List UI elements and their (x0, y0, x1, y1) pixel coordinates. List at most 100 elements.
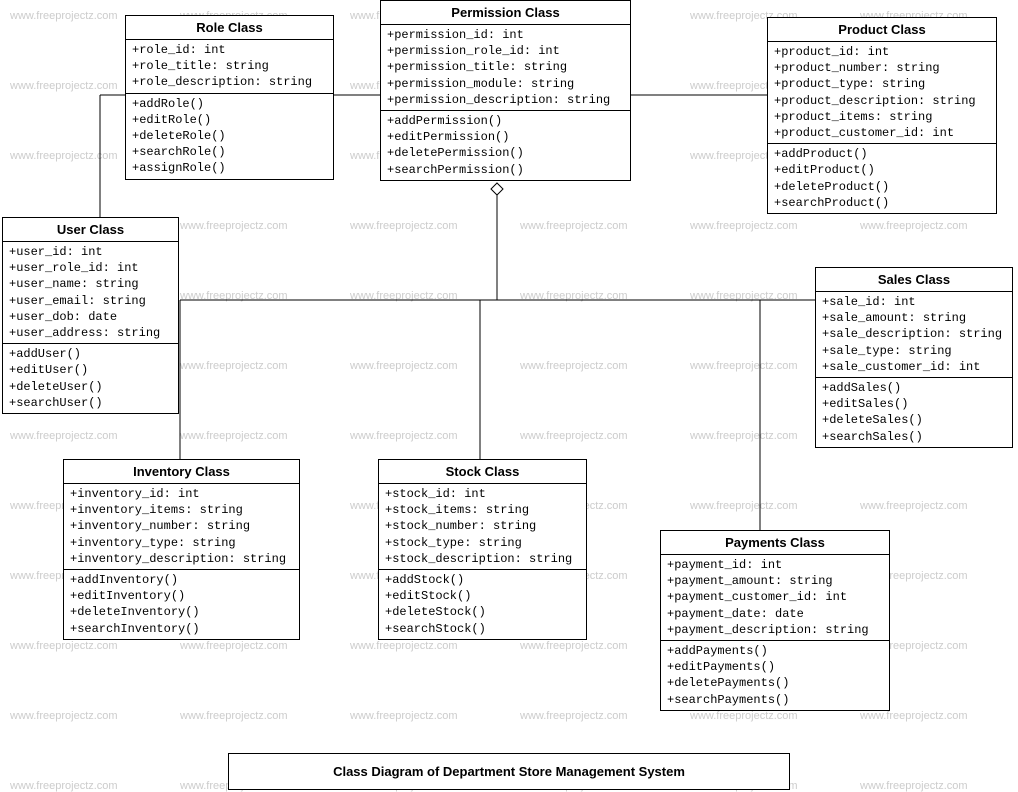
watermark-text: www.freeprojectz.com (10, 80, 118, 92)
uml-line: +deleteInventory() (70, 604, 293, 620)
uml-line: +searchInventory() (70, 621, 293, 637)
watermark-text: www.freeprojectz.com (10, 430, 118, 442)
watermark-text: www.freeprojectz.com (10, 10, 118, 22)
uml-line: +payment_description: string (667, 622, 883, 638)
uml-line: +addPermission() (387, 113, 624, 129)
uml-line: +deletePayments() (667, 675, 883, 691)
uml-line: +inventory_number: string (70, 518, 293, 534)
uml-line: +addStock() (385, 572, 580, 588)
watermark-text: www.freeprojectz.com (10, 780, 118, 792)
uml-line: +searchProduct() (774, 195, 990, 211)
uml-line: +user_role_id: int (9, 260, 172, 276)
class-product: Product Class +product_id: int+product_n… (767, 17, 997, 214)
class-user-ops: +addUser()+editUser()+deleteUser()+searc… (3, 344, 178, 413)
uml-line: +inventory_description: string (70, 551, 293, 567)
class-stock: Stock Class +stock_id: int+stock_items: … (378, 459, 587, 640)
watermark-text: www.freeprojectz.com (350, 290, 458, 302)
uml-line: +addInventory() (70, 572, 293, 588)
class-user-title: User Class (3, 218, 178, 242)
watermark-text: www.freeprojectz.com (180, 710, 288, 722)
class-product-attrs: +product_id: int+product_number: string +… (768, 42, 996, 144)
class-role-attrs: +role_id: int+role_title: string+role_de… (126, 40, 333, 94)
uml-line: +addPayments() (667, 643, 883, 659)
watermark-text: www.freeprojectz.com (180, 290, 288, 302)
uml-line: +editProduct() (774, 162, 990, 178)
uml-line: +permission_role_id: int (387, 43, 624, 59)
watermark-text: www.freeprojectz.com (520, 640, 628, 652)
uml-line: +deleteRole() (132, 128, 327, 144)
watermark-text: www.freeprojectz.com (690, 710, 798, 722)
uml-line: +editSales() (822, 396, 1006, 412)
uml-line: +payment_id: int (667, 557, 883, 573)
watermark-text: www.freeprojectz.com (520, 710, 628, 722)
uml-line: +searchSales() (822, 429, 1006, 445)
diagram-caption: Class Diagram of Department Store Manage… (228, 753, 790, 790)
uml-line: +stock_description: string (385, 551, 580, 567)
uml-line: +user_name: string (9, 276, 172, 292)
uml-line: +product_id: int (774, 44, 990, 60)
class-sales: Sales Class +sale_id: int+sale_amount: s… (815, 267, 1013, 448)
uml-line: +role_title: string (132, 58, 327, 74)
uml-line: +searchPermission() (387, 162, 624, 178)
watermark-text: www.freeprojectz.com (350, 640, 458, 652)
watermark-text: www.freeprojectz.com (350, 360, 458, 372)
uml-line: +deleteProduct() (774, 179, 990, 195)
class-inventory: Inventory Class +inventory_id: int+inven… (63, 459, 300, 640)
watermark-text: www.freeprojectz.com (690, 500, 798, 512)
uml-line: +stock_id: int (385, 486, 580, 502)
uml-line: +role_description: string (132, 74, 327, 90)
uml-line: +role_id: int (132, 42, 327, 58)
class-user: User Class +user_id: int+user_role_id: i… (2, 217, 179, 414)
uml-line: +editUser() (9, 362, 172, 378)
watermark-text: www.freeprojectz.com (350, 430, 458, 442)
uml-line: +editPayments() (667, 659, 883, 675)
uml-line: +permission_module: string (387, 76, 624, 92)
uml-line: +searchPayments() (667, 692, 883, 708)
uml-line: +assignRole() (132, 160, 327, 176)
watermark-text: www.freeprojectz.com (860, 220, 968, 232)
uml-line: +product_number: string (774, 60, 990, 76)
watermark-text: www.freeprojectz.com (690, 430, 798, 442)
class-stock-title: Stock Class (379, 460, 586, 484)
uml-line: +sale_customer_id: int (822, 359, 1006, 375)
class-permission-title: Permission Class (381, 1, 630, 25)
uml-line: +inventory_items: string (70, 502, 293, 518)
uml-line: +searchUser() (9, 395, 172, 411)
class-inventory-attrs: +inventory_id: int+inventory_items: stri… (64, 484, 299, 570)
uml-line: +inventory_type: string (70, 535, 293, 551)
uml-line: +product_items: string (774, 109, 990, 125)
class-role-title: Role Class (126, 16, 333, 40)
watermark-text: www.freeprojectz.com (10, 710, 118, 722)
uml-line: +deleteUser() (9, 379, 172, 395)
watermark-text: www.freeprojectz.com (860, 780, 968, 792)
watermark-text: www.freeprojectz.com (180, 430, 288, 442)
uml-line: +sale_type: string (822, 343, 1006, 359)
uml-line: +sale_description: string (822, 326, 1006, 342)
uml-line: +editStock() (385, 588, 580, 604)
uml-line: +searchStock() (385, 621, 580, 637)
uml-line: +editPermission() (387, 129, 624, 145)
uml-line: +deleteSales() (822, 412, 1006, 428)
watermark-text: www.freeprojectz.com (180, 220, 288, 232)
watermark-text: www.freeprojectz.com (10, 150, 118, 162)
uml-line: +addProduct() (774, 146, 990, 162)
uml-line: +addUser() (9, 346, 172, 362)
class-payments-attrs: +payment_id: int+payment_amount: string+… (661, 555, 889, 641)
uml-line: +user_dob: date (9, 309, 172, 325)
uml-line: +deletePermission() (387, 145, 624, 161)
uml-line: +searchRole() (132, 144, 327, 160)
uml-line: +deleteStock() (385, 604, 580, 620)
uml-line: +editInventory() (70, 588, 293, 604)
uml-line: +permission_description: string (387, 92, 624, 108)
watermark-text: www.freeprojectz.com (860, 710, 968, 722)
uml-line: +product_customer_id: int (774, 125, 990, 141)
uml-line: +addRole() (132, 96, 327, 112)
class-payments-ops: +addPayments()+editPayments()+deletePaym… (661, 641, 889, 710)
class-user-attrs: +user_id: int+user_role_id: int+user_nam… (3, 242, 178, 344)
watermark-text: www.freeprojectz.com (690, 360, 798, 372)
class-sales-title: Sales Class (816, 268, 1012, 292)
uml-line: +permission_id: int (387, 27, 624, 43)
watermark-text: www.freeprojectz.com (180, 360, 288, 372)
class-payments: Payments Class +payment_id: int+payment_… (660, 530, 890, 711)
watermark-text: www.freeprojectz.com (690, 220, 798, 232)
